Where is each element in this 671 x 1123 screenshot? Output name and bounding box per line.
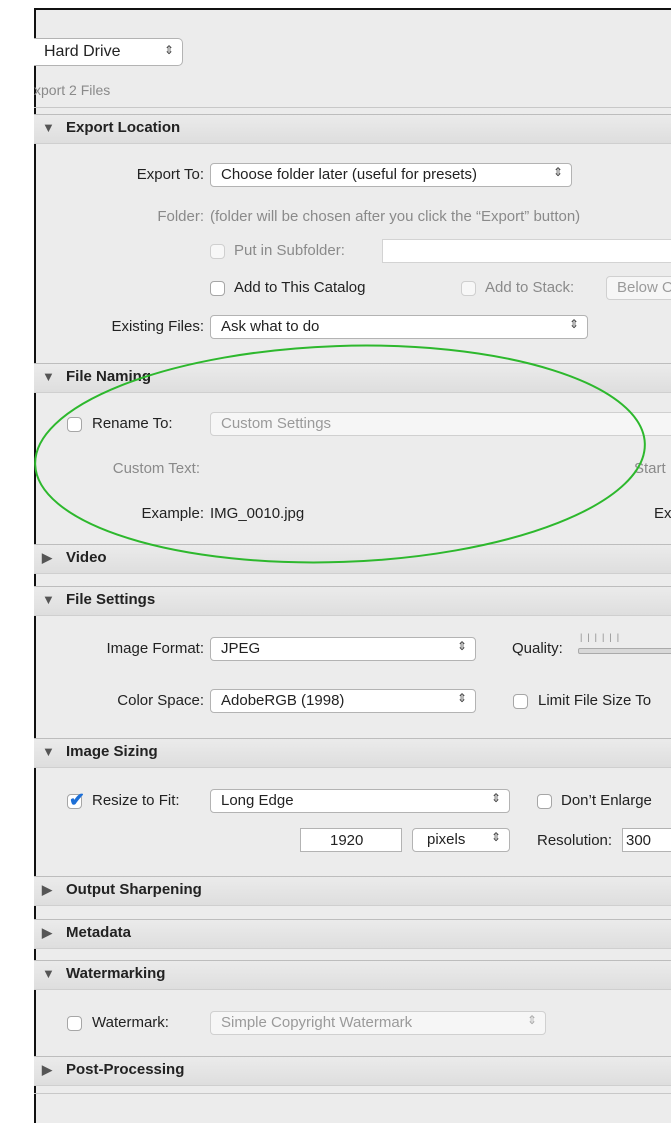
highlight-ellipse-annotation bbox=[34, 344, 646, 564]
